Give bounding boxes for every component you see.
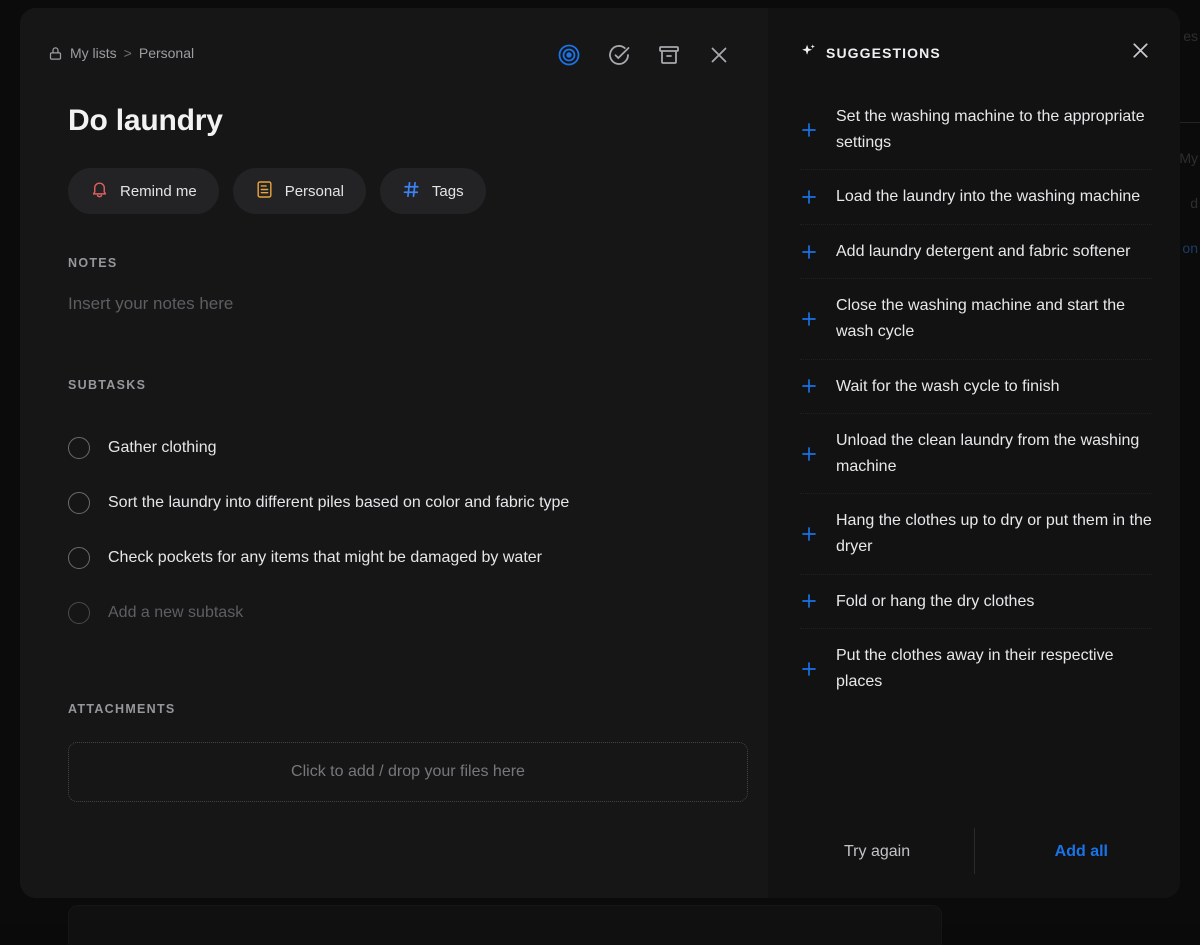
add-suggestion-icon[interactable] — [800, 377, 818, 395]
task-detail-pane: My lists > Personal — [20, 8, 768, 898]
subtask-item[interactable]: Gather clothing — [68, 420, 740, 475]
subtask-item[interactable]: Sort the laundry into different piles ba… — [68, 475, 740, 530]
suggestions-header: SUGGESTIONS — [768, 8, 1180, 90]
footer-divider — [974, 828, 975, 874]
add-suggestion-icon[interactable] — [800, 188, 818, 206]
suggestion-label: Fold or hang the dry clothes — [836, 589, 1034, 615]
suggestions-title: SUGGESTIONS — [800, 43, 941, 63]
attachments-section-label: ATTACHMENTS — [68, 702, 740, 716]
sparkle-icon — [800, 43, 817, 63]
breadcrumb-current[interactable]: Personal — [139, 45, 194, 61]
suggestion-label: Put the clothes away in their respective… — [836, 643, 1152, 694]
suggestions-list: Set the washing machine to the appropria… — [768, 90, 1180, 806]
close-icon[interactable] — [706, 42, 732, 68]
chip-tags[interactable]: Tags — [380, 168, 486, 214]
focus-target-icon[interactable] — [556, 42, 582, 68]
subtask-label: Gather clothing — [108, 439, 217, 457]
subtask-checkbox[interactable] — [68, 437, 90, 459]
suggestion-item[interactable]: Unload the clean laundry from the washin… — [800, 414, 1152, 494]
suggestion-label: Add laundry detergent and fabric softene… — [836, 239, 1130, 265]
suggestion-label: Wait for the wash cycle to finish — [836, 374, 1060, 400]
subtask-checkbox[interactable] — [68, 602, 90, 624]
suggestion-label: Hang the clothes up to dry or put them i… — [836, 508, 1152, 559]
suggestions-footer: Try again Add all — [768, 806, 1180, 898]
background-text-fragment: d — [1190, 195, 1198, 211]
chip-personal-list[interactable]: Personal — [233, 168, 366, 214]
suggestion-item[interactable]: Fold or hang the dry clothes — [800, 575, 1152, 630]
subtask-label: Sort the laundry into different piles ba… — [108, 494, 569, 512]
task-detail-modal: My lists > Personal — [20, 8, 1180, 898]
chip-label: Remind me — [120, 183, 197, 200]
suggestions-title-label: SUGGESTIONS — [826, 45, 941, 61]
add-suggestion-icon[interactable] — [800, 660, 818, 678]
background-card — [68, 905, 942, 945]
list-notebook-icon — [255, 180, 274, 203]
add-suggestion-icon[interactable] — [800, 525, 818, 543]
subtask-checkbox[interactable] — [68, 492, 90, 514]
suggestion-label: Close the washing machine and start the … — [836, 293, 1152, 344]
background-text-fragment: es — [1183, 28, 1198, 44]
lock-icon — [48, 46, 63, 61]
add-suggestion-icon[interactable] — [800, 310, 818, 328]
background-text-fragment: My — [1179, 150, 1198, 166]
suggestion-item[interactable]: Set the washing machine to the appropria… — [800, 90, 1152, 170]
detail-actions — [556, 42, 732, 68]
suggestion-item[interactable]: Wait for the wash cycle to finish — [800, 360, 1152, 415]
breadcrumb[interactable]: My lists > Personal — [48, 45, 194, 61]
complete-check-icon[interactable] — [606, 42, 632, 68]
suggestion-label: Unload the clean laundry from the washin… — [836, 428, 1152, 479]
task-property-chips: Remind me Personal Tags — [68, 168, 740, 214]
suggestion-item[interactable]: Put the clothes away in their respective… — [800, 629, 1152, 708]
bell-icon — [90, 180, 109, 203]
subtask-checkbox[interactable] — [68, 547, 90, 569]
suggestion-label: Load the laundry into the washing machin… — [836, 184, 1140, 210]
suggestions-pane: SUGGESTIONS Set the washing machine to t… — [768, 8, 1180, 898]
notes-input[interactable]: Insert your notes here — [68, 294, 740, 314]
page-title: Do laundry — [68, 104, 740, 138]
subtask-label: Check pockets for any items that might b… — [108, 549, 542, 567]
add-suggestion-icon[interactable] — [800, 243, 818, 261]
close-icon[interactable] — [1129, 39, 1152, 67]
add-suggestion-icon[interactable] — [800, 445, 818, 463]
notes-section-label: NOTES — [68, 256, 740, 270]
chip-remind-me[interactable]: Remind me — [68, 168, 219, 214]
subtask-item[interactable]: Check pockets for any items that might b… — [68, 530, 740, 585]
subtask-list: Gather clothing Sort the laundry into di… — [68, 420, 740, 640]
add-all-button[interactable]: Add all — [1055, 843, 1108, 861]
breadcrumb-separator: > — [124, 45, 132, 61]
add-suggestion-icon[interactable] — [800, 121, 818, 139]
try-again-button[interactable]: Try again — [844, 843, 910, 861]
add-subtask-row[interactable]: Add a new subtask — [68, 585, 740, 640]
attachment-dropzone-label: Click to add / drop your files here — [291, 763, 525, 781]
suggestion-label: Set the washing machine to the appropria… — [836, 104, 1152, 155]
add-suggestion-icon[interactable] — [800, 592, 818, 610]
hash-icon — [402, 180, 421, 203]
suggestion-item[interactable]: Add laundry detergent and fabric softene… — [800, 225, 1152, 280]
suggestion-item[interactable]: Load the laundry into the washing machin… — [800, 170, 1152, 225]
breadcrumb-root[interactable]: My lists — [70, 45, 117, 61]
background-text-fragment: on — [1182, 240, 1198, 256]
chip-label: Tags — [432, 183, 464, 200]
suggestion-item[interactable]: Hang the clothes up to dry or put them i… — [800, 494, 1152, 574]
chip-label: Personal — [285, 183, 344, 200]
add-subtask-placeholder: Add a new subtask — [108, 604, 243, 622]
archive-icon[interactable] — [656, 42, 682, 68]
attachment-dropzone[interactable]: Click to add / drop your files here — [68, 742, 748, 802]
suggestion-item[interactable]: Close the washing machine and start the … — [800, 279, 1152, 359]
subtasks-section-label: SUBTASKS — [68, 378, 740, 392]
